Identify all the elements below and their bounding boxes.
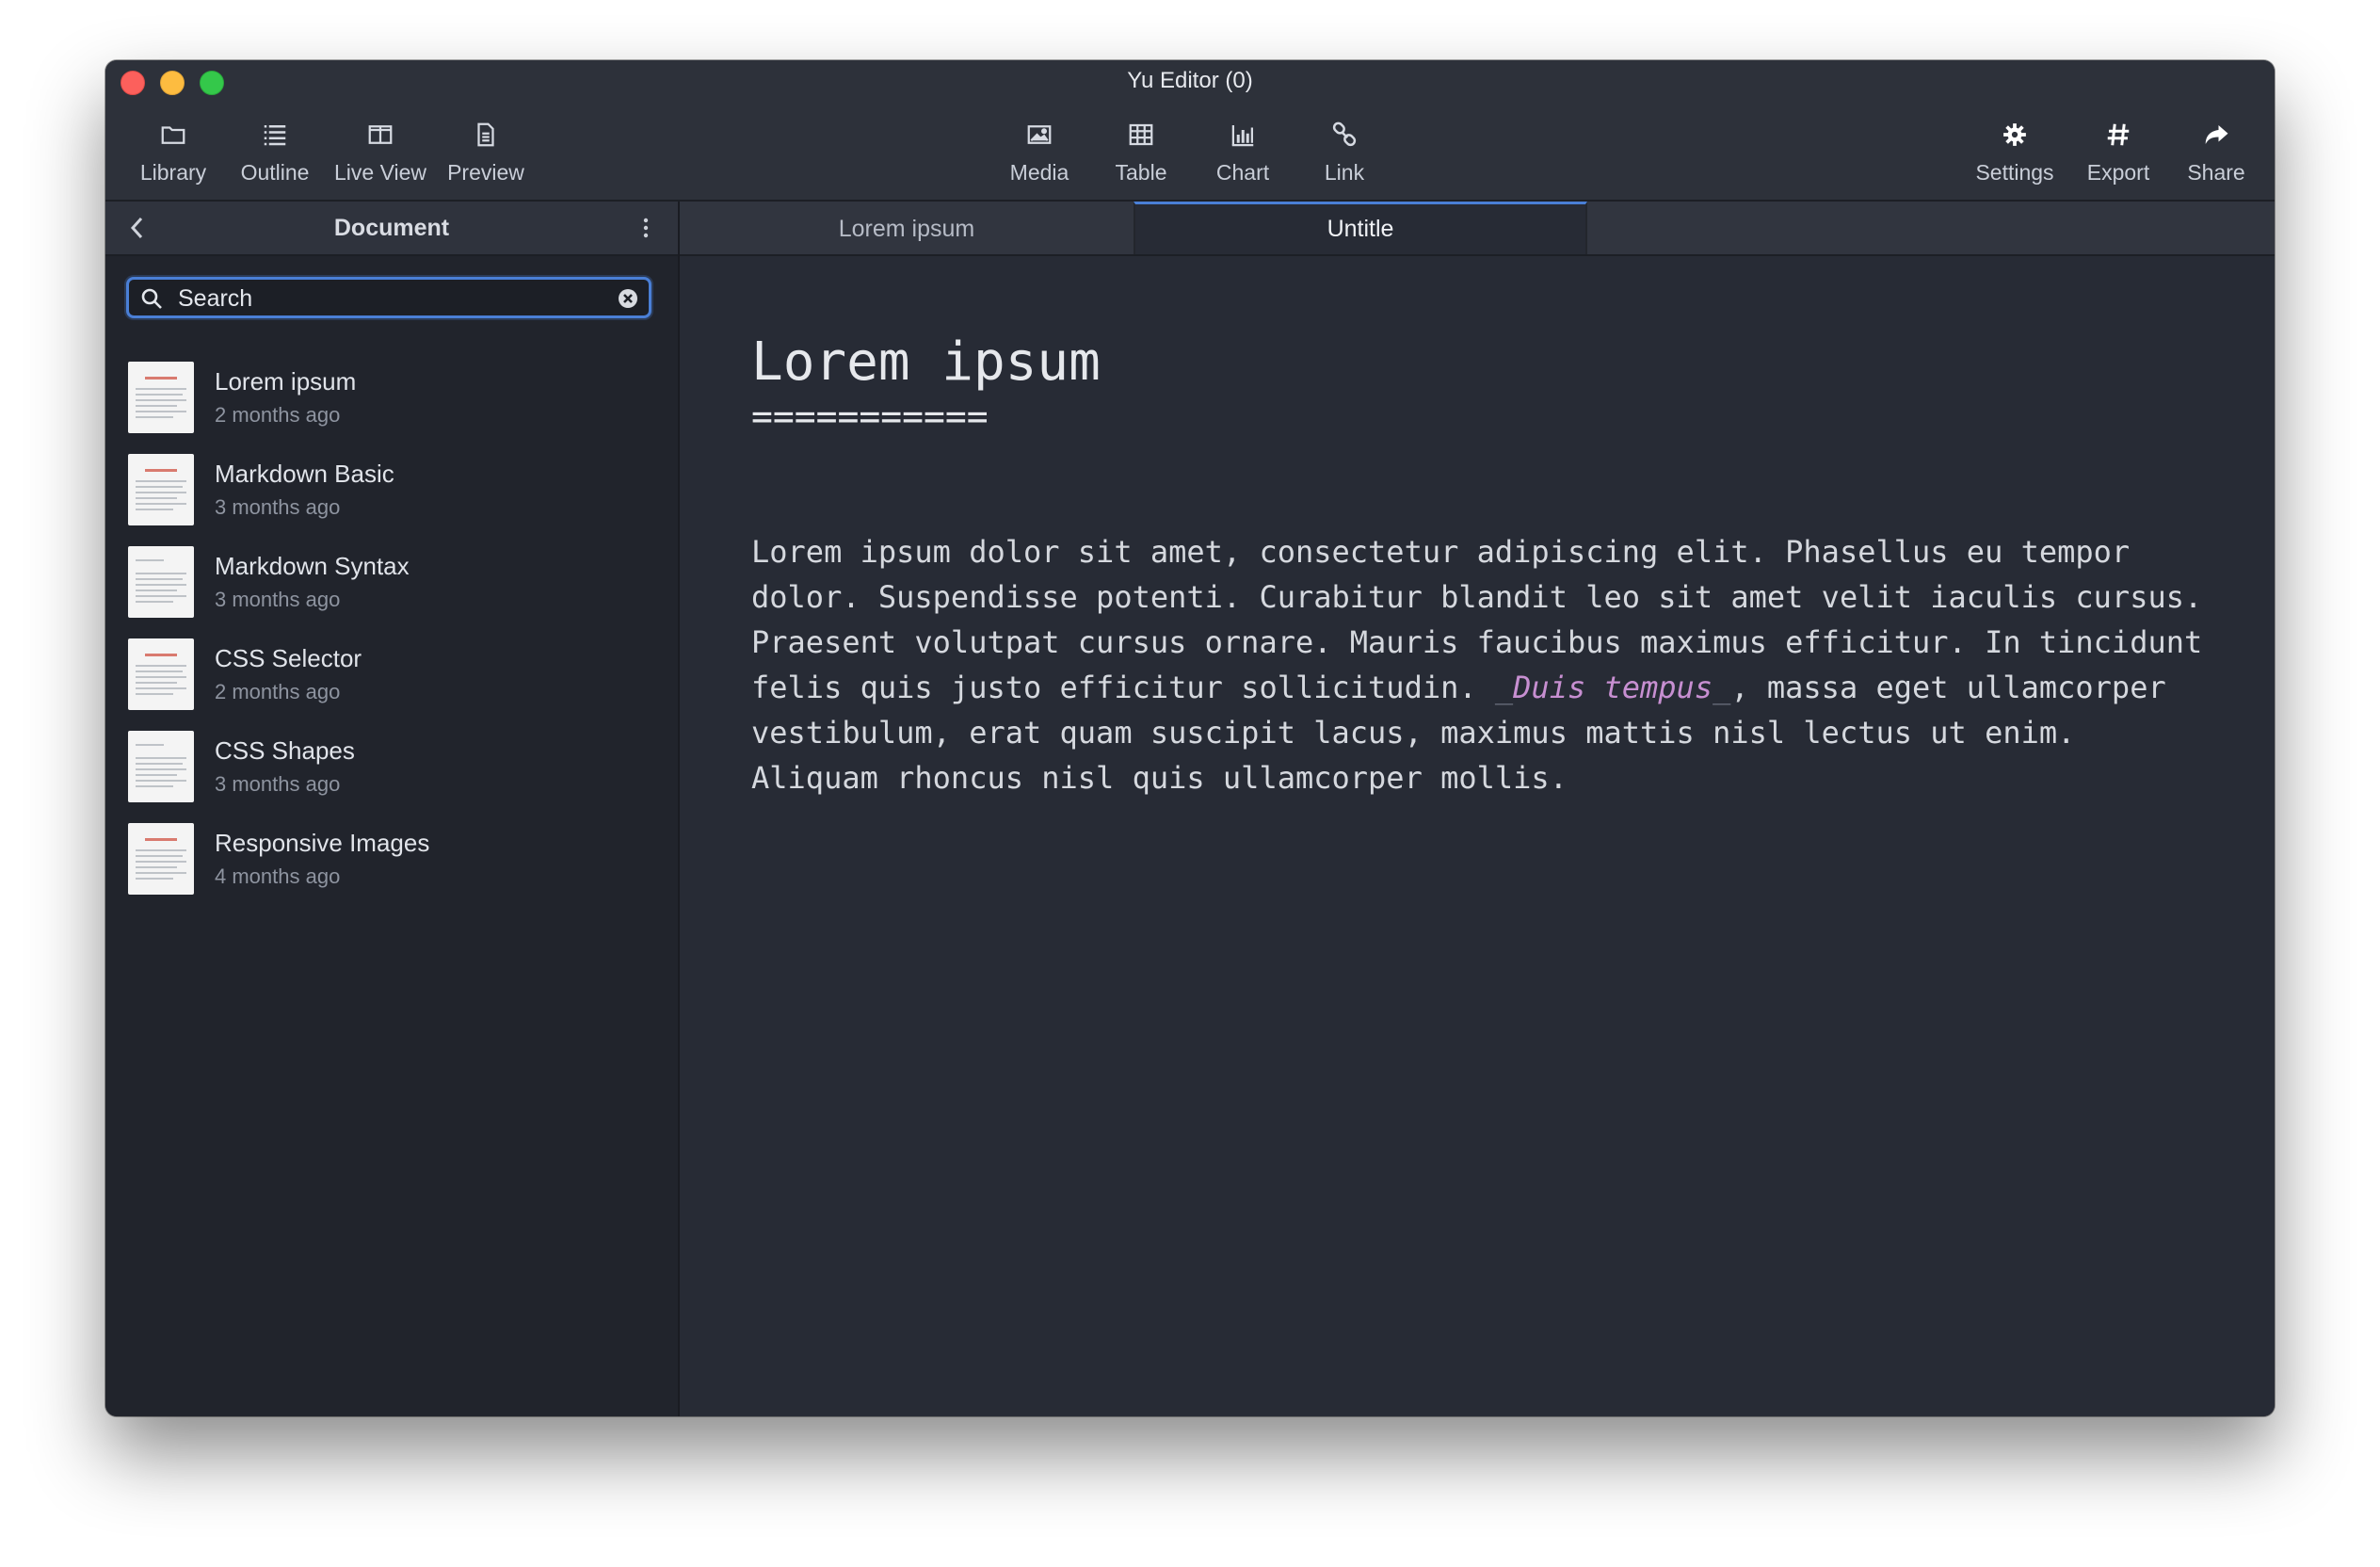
clear-search-icon[interactable] [617, 287, 639, 310]
share-arrow-icon [2205, 125, 2228, 144]
document-sidebar: Document Lorem ipsum 2 months ago Markdo… [105, 202, 680, 1416]
export-label: Export [2086, 160, 2150, 185]
preview-button[interactable]: Preview [435, 111, 537, 192]
gear-icon [2003, 123, 2026, 146]
list-item[interactable]: Responsive Images 4 months ago [105, 823, 678, 915]
editor-line: dolor. Suspendisse potenti. Curabitur bl… [751, 579, 2203, 615]
share-button[interactable]: Share [2167, 111, 2265, 192]
title-bar: Yu Editor (0) Library Outline Live View … [105, 60, 2275, 202]
list-item[interactable]: Markdown Syntax 3 months ago [105, 546, 678, 638]
share-label: Share [2187, 160, 2245, 185]
outline-button[interactable]: Outline [224, 111, 326, 192]
document-thumbnail [128, 546, 194, 618]
search-box [126, 277, 651, 318]
document-name: Lorem ipsum [215, 367, 357, 396]
export-button[interactable]: Export [2069, 111, 2167, 192]
search-icon [141, 288, 162, 309]
document-name: Markdown Basic [215, 460, 394, 488]
document-list: Lorem ipsum 2 months ago Markdown Basic … [105, 362, 678, 915]
table-label: Table [1115, 160, 1167, 185]
document-thumbnail [128, 454, 194, 525]
document-date: 3 months ago [215, 495, 341, 519]
document-date: 3 months ago [215, 772, 341, 796]
list-item[interactable]: CSS Shapes 3 months ago [105, 731, 678, 823]
list-icon [264, 125, 286, 146]
live-view-button[interactable]: Live View [326, 111, 435, 192]
document-date: 3 months ago [215, 588, 341, 611]
columns-icon [368, 125, 393, 144]
editor-body: Lorem ipsum dolor sit amet, consectetur … [751, 529, 2239, 800]
emphasis-marker: _ [1494, 670, 1514, 705]
chart-button[interactable]: Chart [1192, 111, 1294, 192]
document-name: Markdown Syntax [215, 552, 410, 580]
folder-icon [161, 126, 185, 144]
document-date: 2 months ago [215, 680, 341, 703]
link-icon [1332, 121, 1357, 147]
app-window: Yu Editor (0) Library Outline Live View … [105, 60, 2275, 1416]
library-label: Library [139, 160, 207, 185]
emphasis-text: Duis tempus [1513, 670, 1713, 705]
markdown-editor[interactable]: Lorem ipsum =========== Lorem ipsum dolo… [680, 256, 2275, 1416]
preview-label: Preview [447, 160, 524, 185]
library-button[interactable]: Library [122, 111, 224, 192]
list-item[interactable]: CSS Selector 2 months ago [105, 638, 678, 731]
emphasis-marker: _ [1713, 670, 1731, 705]
image-icon [1027, 125, 1052, 144]
document-name: CSS Shapes [215, 736, 355, 765]
table-button[interactable]: Table [1090, 111, 1192, 192]
live-view-label: Live View [333, 160, 427, 185]
window-title: Yu Editor (0) [1127, 68, 1253, 93]
document-thumbnail [128, 638, 194, 710]
settings-button[interactable]: Settings [1960, 111, 2069, 192]
editor-text: felis quis justo efficitur sollicitudin. [751, 670, 1495, 705]
document-date: 4 months ago [215, 864, 341, 888]
sidebar-header: Document [105, 202, 678, 256]
document-name: CSS Selector [215, 644, 362, 672]
document-name: Responsive Images [215, 829, 430, 857]
list-item[interactable]: Lorem ipsum 2 months ago [105, 362, 678, 454]
editor-heading: Lorem ipsum [751, 331, 1101, 393]
tab-bar: Lorem ipsum Untitle [680, 202, 2275, 256]
hash-icon [2107, 123, 2130, 146]
table-icon [1129, 123, 1153, 146]
media-button[interactable]: Media [989, 111, 1090, 192]
sidebar-title: Document [333, 215, 450, 241]
document-date: 2 months ago [215, 403, 341, 427]
more-vertical-icon[interactable] [642, 217, 650, 239]
bar-chart-icon [1231, 125, 1254, 147]
editor-heading-underline: =========== [751, 396, 989, 437]
list-item[interactable]: Markdown Basic 3 months ago [105, 454, 678, 546]
document-thumbnail [128, 823, 194, 895]
document-thumbnail [128, 362, 194, 433]
tab-lorem-ipsum[interactable]: Lorem ipsum [680, 202, 1135, 254]
editor-line: vestibulum, erat quam suscipit lacus, ma… [751, 715, 2076, 751]
editor-line: Lorem ipsum dolor sit amet, consectetur … [751, 534, 2131, 570]
editor-line: Praesent volutpat cursus ornare. Mauris … [751, 624, 2203, 660]
editor-line: felis quis justo efficitur sollicitudin.… [751, 665, 2239, 710]
editor-line: Aliquam rhoncus nisl quis ullamcorper mo… [751, 760, 1568, 796]
link-button[interactable]: Link [1294, 111, 1395, 192]
settings-label: Settings [1975, 160, 2054, 185]
link-label: Link [1324, 160, 1365, 185]
outline-label: Outline [240, 160, 310, 185]
tab-untitle[interactable]: Untitle [1134, 202, 1587, 254]
document-icon [477, 122, 494, 147]
document-thumbnail [128, 731, 194, 802]
search-input[interactable] [176, 283, 594, 314]
chart-label: Chart [1215, 160, 1270, 185]
editor-text: , massa eget ullamcorper [1730, 670, 2166, 705]
media-label: Media [1009, 160, 1069, 185]
